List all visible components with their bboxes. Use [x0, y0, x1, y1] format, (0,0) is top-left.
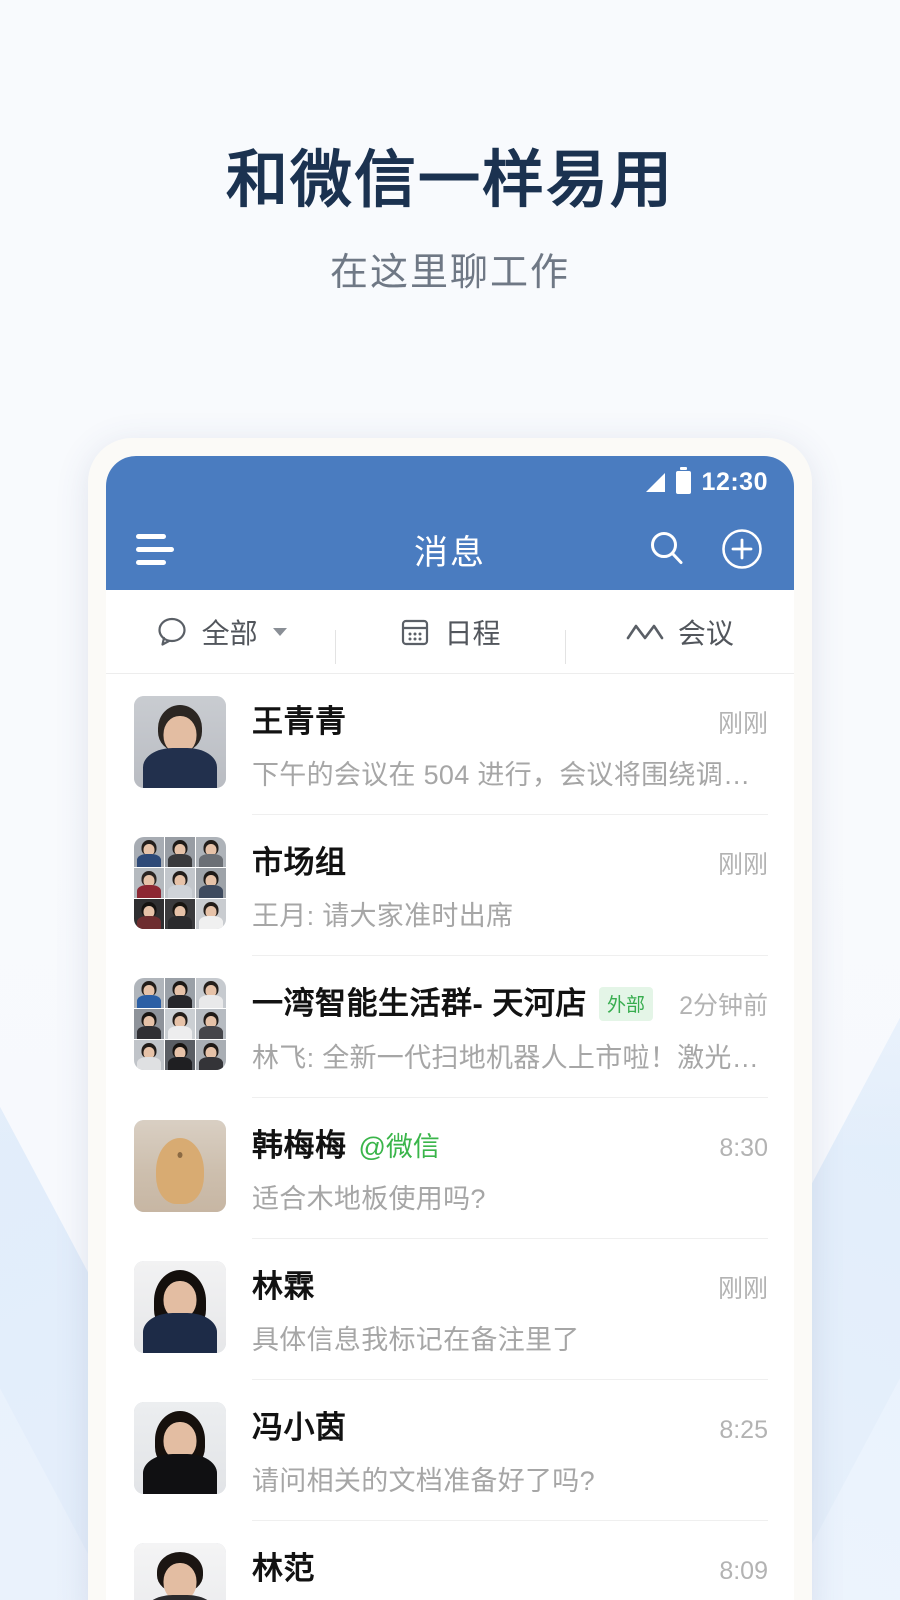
avatar [134, 1402, 226, 1494]
chat-list-item[interactable]: 冯小茵 8:25 请问相关的文档准备好了吗? [106, 1380, 794, 1521]
chat-item-header: 韩梅梅 @微信 8:30 [252, 1120, 768, 1165]
phone-mockup: 12:30 消息 全部 日程 会议 王青青 刚刚 下午的会议在 504 进行，会… [88, 438, 812, 1600]
search-icon[interactable] [646, 528, 688, 570]
avatar [134, 1120, 226, 1212]
tab-all[interactable]: 全部 [106, 612, 335, 652]
avatar [134, 1543, 226, 1600]
battery-icon [675, 466, 691, 494]
filter-tab-bar: 全部 日程 会议 [106, 590, 794, 674]
chat-time: 刚刚 [717, 1275, 768, 1303]
chat-bubble-icon [155, 615, 189, 649]
chat-list-item[interactable]: 一湾智能生活群- 天河店 外部 2分钟前 林飞: 全新一代扫地机器人上市啦！激光… [106, 956, 794, 1098]
chat-item-body: 冯小茵 8:25 请问相关的文档准备好了吗? [252, 1380, 768, 1521]
avatar [134, 1261, 226, 1353]
tab-meeting[interactable]: 会议 [564, 612, 794, 664]
tab-all-label: 全部 [201, 617, 258, 649]
status-bar: 12:30 [106, 456, 794, 508]
plus-circle-icon[interactable] [720, 527, 764, 571]
hamburger-line [136, 559, 166, 565]
chat-time: 2分钟前 [679, 992, 768, 1020]
chat-time: 8:25 [719, 1416, 768, 1444]
hero-section: 和微信一样易用 在这里聊工作 [0, 146, 900, 296]
chat-name: 林范 [252, 1551, 315, 1586]
chat-time: 8:09 [719, 1557, 768, 1585]
chat-item-header: 王青青 刚刚 [252, 696, 768, 741]
chat-list: 王青青 刚刚 下午的会议在 504 进行，会议将围绕调研... 市场组 刚刚 王… [106, 674, 794, 1600]
chat-list-item[interactable]: 市场组 刚刚 王月: 请大家准时出席 [106, 815, 794, 956]
chat-time: 8:30 [719, 1134, 768, 1162]
chat-item-header: 市场组 刚刚 [252, 837, 768, 882]
chat-item-body: 林范 8:09 [252, 1521, 768, 1600]
chat-item-body: 一湾智能生活群- 天河店 外部 2分钟前 林飞: 全新一代扫地机器人上市啦！激光… [252, 956, 768, 1098]
chat-time: 刚刚 [717, 710, 768, 738]
chat-name: 冯小茵 [252, 1410, 347, 1445]
chat-name: 林霖 [252, 1269, 315, 1304]
tab-schedule[interactable]: 日程 [335, 612, 564, 664]
signal-triangle-icon [645, 472, 665, 492]
status-bar-time: 12:30 [701, 467, 768, 496]
chat-item-header: 林霖 刚刚 [252, 1261, 768, 1306]
chat-name: 市场组 [252, 845, 347, 880]
doll-photo [134, 1120, 226, 1212]
phone-screen: 12:30 消息 全部 日程 会议 王青青 刚刚 下午的会议在 504 进行，会… [106, 456, 794, 1600]
chat-snippet: 林飞: 全新一代扫地机器人上市啦！激光测... [252, 1043, 768, 1073]
app-bar: 消息 [106, 508, 794, 590]
avatar [134, 978, 226, 1070]
chat-item-header: 冯小茵 8:25 [252, 1402, 768, 1447]
external-badge: 外部 [598, 987, 653, 1021]
chat-snippet: 王月: 请大家准时出席 [252, 901, 514, 931]
chat-item-body: 王青青 刚刚 下午的会议在 504 进行，会议将围绕调研... [252, 674, 768, 815]
chat-item-body: 韩梅梅 @微信 8:30 适合木地板使用吗? [252, 1098, 768, 1239]
chat-snippet: 适合木地板使用吗? [252, 1184, 486, 1214]
chat-list-item[interactable]: 韩梅梅 @微信 8:30 适合木地板使用吗? [106, 1098, 794, 1239]
hamburger-menu-icon[interactable] [136, 533, 182, 565]
chat-name: 王青青 [252, 704, 347, 739]
chat-name: 韩梅梅 [252, 1128, 347, 1163]
group-avatar-grid [134, 978, 226, 1070]
group-avatar-grid [134, 837, 226, 929]
app-bar-actions [646, 527, 764, 571]
hamburger-line [136, 533, 166, 539]
meeting-icon [625, 617, 665, 647]
chat-item-header: 林范 8:09 [252, 1543, 768, 1588]
chat-snippet: 请问相关的文档准备好了吗? [252, 1466, 595, 1496]
chat-snippet: 具体信息我标记在备注里了 [252, 1325, 580, 1355]
chat-time: 刚刚 [717, 851, 768, 879]
hero-title: 和微信一样易用 [225, 146, 674, 215]
hero-subtitle: 在这里聊工作 [329, 252, 570, 295]
calendar-icon [399, 616, 431, 648]
chat-item-header: 一湾智能生活群- 天河店 外部 2分钟前 [252, 978, 768, 1024]
chat-list-item[interactable]: 王青青 刚刚 下午的会议在 504 进行，会议将围绕调研... [106, 674, 794, 815]
chat-item-body: 市场组 刚刚 王月: 请大家准时出席 [252, 815, 768, 956]
hamburger-line [136, 546, 174, 552]
chat-list-item[interactable]: 林范 8:09 [106, 1521, 794, 1600]
tab-meeting-label: 会议 [677, 617, 734, 649]
avatar [134, 837, 226, 929]
chat-list-item[interactable]: 林霖 刚刚 具体信息我标记在备注里了 [106, 1239, 794, 1380]
mention-tag: @微信 [358, 1132, 440, 1162]
chat-snippet: 下午的会议在 504 进行，会议将围绕调研... [252, 760, 768, 790]
avatar [134, 696, 226, 788]
tab-schedule-label: 日程 [444, 617, 501, 649]
chat-name: 一湾智能生活群- 天河店 [252, 986, 587, 1021]
chevron-down-icon [272, 627, 287, 636]
chat-item-body: 林霖 刚刚 具体信息我标记在备注里了 [252, 1239, 768, 1380]
